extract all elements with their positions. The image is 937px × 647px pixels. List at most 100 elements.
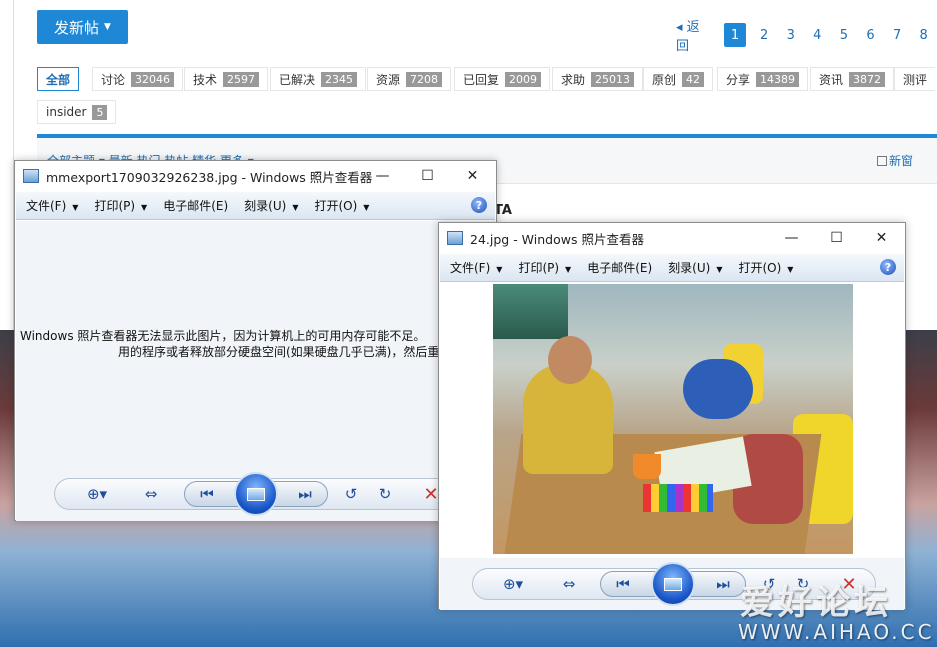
tag-count: 42 bbox=[682, 71, 705, 87]
watermark-logo: 爱好论坛 bbox=[740, 583, 892, 623]
page-link[interactable]: 2 bbox=[751, 23, 778, 47]
menu-label: 打开(O) bbox=[314, 199, 358, 213]
next-icon[interactable]: ⏭ bbox=[710, 574, 736, 594]
page-link[interactable]: 7 bbox=[884, 23, 911, 47]
caret-down-icon: ▼ bbox=[104, 22, 111, 32]
tag-all[interactable]: 全部 bbox=[37, 67, 80, 91]
tag-insider[interactable]: insider 5 bbox=[37, 100, 117, 124]
menu-print[interactable]: 打印(P) ▼ bbox=[94, 197, 147, 214]
rotate-right-icon[interactable]: ↻ bbox=[374, 484, 396, 504]
tag-label: 求助 bbox=[561, 72, 586, 87]
menu-label: 打印(P) bbox=[518, 261, 560, 275]
tag-news[interactable]: 资讯 3872 bbox=[810, 67, 895, 91]
photo-detail bbox=[493, 284, 568, 339]
menu-label: 文件(F) bbox=[450, 261, 491, 275]
menu-open[interactable]: 打开(O) ▼ bbox=[738, 259, 793, 276]
menu-email[interactable]: 电子邮件(E) bbox=[587, 259, 652, 276]
photo-detail bbox=[548, 336, 592, 384]
menu-label: 电子邮件(E) bbox=[163, 199, 229, 213]
page-link[interactable]: 6 bbox=[857, 23, 884, 47]
menu-burn[interactable]: 刻录(U) ▼ bbox=[244, 197, 298, 214]
back-link[interactable]: ◂ 返回 bbox=[676, 16, 712, 54]
pagination: ◂ 返回 1 2 3 4 5 6 7 8 bbox=[676, 16, 937, 54]
maximize-button[interactable]: ☐ bbox=[814, 223, 859, 253]
tag-label: 资讯 bbox=[819, 72, 844, 87]
tag-label: 测评 bbox=[903, 72, 928, 87]
actual-size-icon[interactable]: ⇔ bbox=[556, 574, 582, 594]
photo-viewer-icon bbox=[23, 169, 39, 183]
tag-label: 原创 bbox=[652, 72, 677, 87]
tag-resources[interactable]: 资源 7208 bbox=[367, 67, 452, 91]
tag-count: 7208 bbox=[406, 71, 443, 87]
tag-count: 3872 bbox=[849, 71, 886, 87]
slideshow-icon bbox=[247, 487, 265, 501]
dropdown-arrow-icon: ▼ bbox=[565, 265, 572, 274]
tag-count: 14389 bbox=[756, 71, 800, 87]
photo-detail bbox=[683, 359, 753, 419]
new-window-checkbox[interactable]: 新窗 bbox=[877, 152, 913, 169]
tag-tech[interactable]: 技术 2597 bbox=[184, 67, 269, 91]
menu-file[interactable]: 文件(F) ▼ bbox=[26, 197, 78, 214]
zoom-icon[interactable]: ⊕▾ bbox=[498, 574, 528, 594]
window-title: 24.jpg - Windows 照片查看器 bbox=[470, 231, 644, 247]
window-title: mmexport1709032926238.jpg - Windows 照片查看… bbox=[46, 169, 373, 185]
help-icon[interactable]: ? bbox=[471, 197, 487, 213]
photo-viewer-window-2: 24.jpg - Windows 照片查看器 — ☐ ✕ 文件(F) ▼ 打印(P… bbox=[438, 222, 906, 610]
page-link[interactable]: 1 bbox=[724, 23, 746, 47]
tag-count: 2009 bbox=[505, 71, 542, 87]
close-button[interactable]: ✕ bbox=[859, 223, 904, 253]
actual-size-icon[interactable]: ⇔ bbox=[138, 484, 164, 504]
previous-icon[interactable]: ⏮ bbox=[194, 484, 220, 504]
help-icon[interactable]: ? bbox=[880, 259, 896, 275]
titlebar[interactable]: mmexport1709032926238.jpg - Windows 照片查看… bbox=[15, 161, 496, 191]
tag-discussion[interactable]: 讨论 32046 bbox=[92, 67, 184, 91]
menu-label: 刻录(U) bbox=[244, 199, 287, 213]
photo-viewer-icon bbox=[447, 231, 463, 245]
page-link[interactable]: 8 bbox=[910, 23, 937, 47]
new-post-label: 发新帖 bbox=[54, 18, 100, 37]
slideshow-icon bbox=[664, 577, 682, 591]
tag-label: 资源 bbox=[376, 72, 401, 87]
tag-help[interactable]: 求助 25013 bbox=[552, 67, 644, 91]
tag-original[interactable]: 原创 42 bbox=[643, 67, 714, 91]
tag-share[interactable]: 分享 14389 bbox=[717, 67, 809, 91]
tag-count: 25013 bbox=[591, 71, 635, 87]
next-icon[interactable]: ⏭ bbox=[292, 484, 318, 504]
menu-file[interactable]: 文件(F) ▼ bbox=[450, 259, 502, 276]
maximize-button[interactable]: ☐ bbox=[405, 161, 450, 191]
menu-open[interactable]: 打开(O) ▼ bbox=[314, 197, 369, 214]
menu-burn[interactable]: 刻录(U) ▼ bbox=[668, 259, 722, 276]
dropdown-arrow-icon: ▼ bbox=[363, 203, 370, 212]
tag-solved[interactable]: 已解决 2345 bbox=[270, 67, 367, 91]
tag-review[interactable]: 测评 bbox=[894, 67, 936, 91]
page-link[interactable]: 5 bbox=[831, 23, 858, 47]
zoom-icon[interactable]: ⊕▾ bbox=[82, 484, 112, 504]
titlebar[interactable]: 24.jpg - Windows 照片查看器 — ☐ ✕ bbox=[439, 223, 905, 253]
image-area bbox=[440, 283, 904, 558]
menu-print[interactable]: 打印(P) ▼ bbox=[518, 259, 571, 276]
slideshow-button[interactable] bbox=[651, 562, 695, 606]
error-message-line1: Windows 照片查看器无法显示此图片，因为计算机上的可用内存可能不足。 bbox=[20, 329, 426, 343]
tag-label: 已回复 bbox=[463, 72, 500, 87]
tag-count: 5 bbox=[92, 104, 108, 120]
dropdown-arrow-icon: ▼ bbox=[496, 265, 503, 274]
close-button[interactable]: ✕ bbox=[450, 161, 495, 191]
displayed-photo bbox=[493, 284, 853, 554]
menu-label: 打开(O) bbox=[738, 261, 782, 275]
page-link[interactable]: 3 bbox=[777, 23, 804, 47]
left-window-edge bbox=[0, 0, 14, 330]
back-label: 返回 bbox=[676, 20, 700, 54]
tag-replied[interactable]: 已回复 2009 bbox=[454, 67, 551, 91]
menu-label: 刻录(U) bbox=[668, 261, 711, 275]
previous-icon[interactable]: ⏮ bbox=[610, 574, 636, 594]
dropdown-arrow-icon: ▼ bbox=[292, 203, 299, 212]
rotate-left-icon[interactable]: ↺ bbox=[340, 484, 362, 504]
watermark-url: WWW.AIHAO.CC bbox=[738, 620, 935, 644]
page-link[interactable]: 4 bbox=[804, 23, 831, 47]
menu-email[interactable]: 电子邮件(E) bbox=[163, 197, 228, 214]
minimize-button[interactable]: — bbox=[360, 161, 405, 191]
minimize-button[interactable]: — bbox=[769, 223, 814, 253]
slideshow-button[interactable] bbox=[234, 472, 278, 516]
tag-label: 讨论 bbox=[101, 72, 126, 87]
new-post-button[interactable]: 发新帖 ▼ bbox=[37, 10, 128, 44]
